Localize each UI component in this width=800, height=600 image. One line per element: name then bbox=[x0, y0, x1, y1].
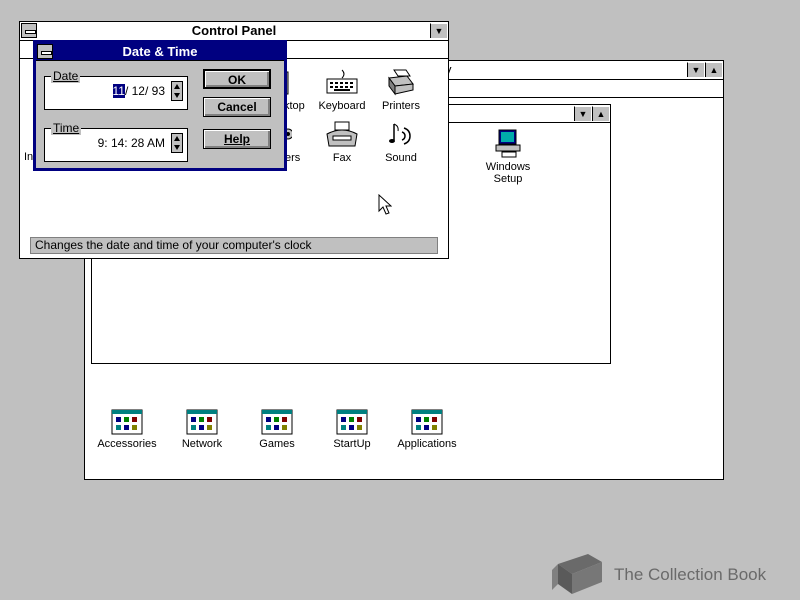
desktop-label: ktop bbox=[284, 100, 305, 112]
date-spinner[interactable] bbox=[171, 81, 183, 101]
group-games[interactable]: Games bbox=[239, 409, 315, 450]
program-group-icon bbox=[261, 409, 293, 435]
keyboard-icon bbox=[326, 69, 358, 94]
date-field[interactable]: 11/ 12/ 93 bbox=[112, 84, 165, 98]
minimize-button[interactable]: ▼ bbox=[687, 62, 704, 77]
group-accessories-label: Accessories bbox=[97, 438, 157, 450]
watermark: The Collection Book bbox=[548, 550, 788, 598]
control-panel-minimize-button[interactable]: ▼ bbox=[430, 23, 447, 38]
printers-label: Printers bbox=[382, 100, 420, 112]
fax-label: Fax bbox=[332, 152, 352, 164]
sound-label: Sound bbox=[385, 152, 417, 164]
program-group-icon bbox=[411, 409, 443, 435]
control-panel-system-menu[interactable] bbox=[21, 23, 37, 38]
time-group-label: Time bbox=[51, 121, 82, 135]
control-panel-item-fax[interactable]: Fax bbox=[320, 120, 364, 164]
ok-button[interactable]: OK bbox=[203, 69, 271, 89]
help-button[interactable]: Help bbox=[203, 129, 271, 149]
group-network[interactable]: Network bbox=[164, 409, 240, 450]
date-month[interactable]: 11 bbox=[112, 84, 125, 98]
date-day-year[interactable]: / 12/ 93 bbox=[125, 84, 165, 98]
dialog-system-menu[interactable] bbox=[37, 44, 53, 59]
maximize-button[interactable]: ▲ bbox=[705, 62, 722, 77]
date-group: Date 11/ 12/ 93 bbox=[44, 69, 188, 110]
cancel-button[interactable]: Cancel bbox=[203, 97, 271, 117]
program-group-icon bbox=[186, 409, 218, 435]
control-panel-item-keyboard[interactable]: Keyboard bbox=[316, 68, 368, 112]
time-group: Time 9: 14: 28 AM bbox=[44, 121, 188, 162]
fax-icon bbox=[326, 121, 358, 147]
windows-setup-item[interactable]: Windows Setup bbox=[472, 127, 544, 185]
group-applications[interactable]: Applications bbox=[389, 409, 465, 450]
keyboard-label: Keyboard bbox=[318, 100, 366, 112]
group-startup-label: StartUp bbox=[333, 438, 371, 450]
program-group-icon bbox=[111, 409, 143, 435]
date-group-label: Date bbox=[51, 69, 81, 83]
windows-setup-icon bbox=[495, 129, 521, 158]
sound-icon bbox=[389, 123, 411, 145]
printer-icon bbox=[388, 69, 414, 96]
group-minimize-button[interactable]: ▼ bbox=[574, 106, 591, 121]
group-applications-label: Applications bbox=[397, 438, 457, 450]
drivers-label: ers bbox=[285, 152, 301, 164]
watermark-text: The Collection Book bbox=[614, 565, 767, 584]
program-group-icon bbox=[336, 409, 368, 435]
group-startup[interactable]: StartUp bbox=[314, 409, 390, 450]
mouse-cursor-icon bbox=[378, 194, 392, 215]
international-label[interactable]: In bbox=[24, 151, 33, 163]
date-time-titlebar[interactable]: Date & Time bbox=[36, 43, 284, 61]
control-panel-titlebar[interactable]: Control Panel bbox=[20, 22, 448, 41]
windows-setup-label-2: Setup bbox=[493, 173, 523, 185]
control-panel-item-sound[interactable]: Sound bbox=[378, 120, 424, 164]
book-icon bbox=[552, 554, 602, 594]
date-time-dialog: Date & Time Date 11/ 12/ 93 Time 9: 14: … bbox=[33, 40, 287, 171]
time-field[interactable]: 9: 14: 28 AM bbox=[98, 136, 165, 150]
group-network-label: Network bbox=[181, 438, 223, 450]
status-bar: Changes the date and time of your comput… bbox=[30, 237, 438, 254]
group-games-label: Games bbox=[259, 438, 295, 450]
control-panel-item-printers[interactable]: Printers bbox=[376, 68, 426, 112]
windows-setup-label-1: Windows bbox=[485, 161, 531, 173]
group-accessories[interactable]: Accessories bbox=[89, 409, 165, 450]
group-maximize-button[interactable]: ▲ bbox=[592, 106, 609, 121]
time-spinner[interactable] bbox=[171, 133, 183, 153]
